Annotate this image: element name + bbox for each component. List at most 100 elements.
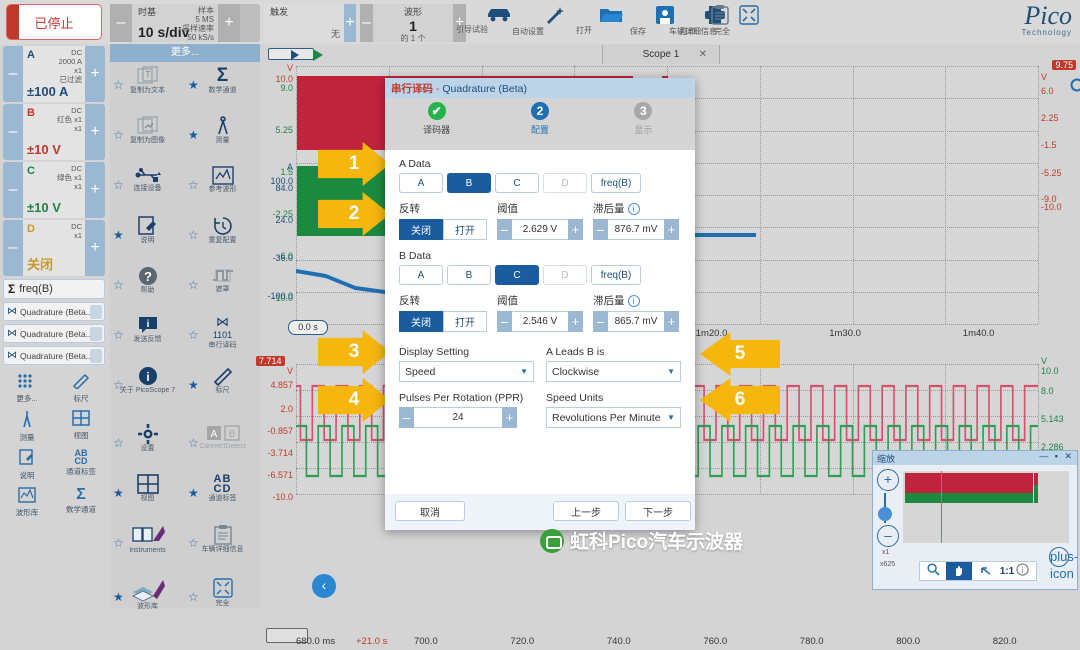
channel-A-decrease-button[interactable]: – (3, 46, 23, 102)
b-data-button-A[interactable]: A (399, 265, 443, 285)
b-data-threshold-increase[interactable]: + (568, 311, 583, 332)
waveform-control[interactable]: – 波形 1 的 1 个 + (360, 4, 466, 42)
favorite-star-icon[interactable]: ☆ (113, 128, 124, 142)
waveform-decrease-button[interactable]: – (360, 4, 373, 42)
timebase-increase-button[interactable]: + (218, 4, 240, 42)
favorite-star-icon[interactable]: ☆ (188, 328, 199, 342)
channel-row-C[interactable]: – C DC绿色 x1x1 ±10 V + (3, 162, 105, 218)
favorite-star-icon[interactable]: ☆ (188, 436, 199, 450)
b-data-invert-on[interactable]: 打开 (443, 311, 487, 332)
b-data-invert-toggle[interactable]: 关闭 打开 (399, 311, 487, 332)
favorite-star-icon[interactable]: ☆ (113, 178, 124, 192)
zoom-out-button[interactable]: – (877, 525, 899, 547)
minimize-icon[interactable]: — (1039, 451, 1050, 461)
dialog-step-decoder[interactable]: ✔ 译码器 (385, 98, 488, 150)
a-data-freq-button[interactable]: freq(B) (591, 173, 641, 193)
channel-row-D[interactable]: – D DCx1 关闭 + (3, 220, 105, 276)
toolbar-fullscreen[interactable]: 完全 (722, 2, 776, 26)
favorite-star-icon[interactable]: ☆ (113, 378, 124, 392)
favorite-star-icon[interactable]: ★ (188, 486, 199, 500)
a-data-threshold-stepper[interactable]: – 2.629 V + (497, 219, 583, 240)
channel-B-increase-button[interactable]: + (85, 104, 105, 160)
b-data-freq-button[interactable]: freq(B) (591, 265, 641, 285)
channel-row-A[interactable]: – A DC2000 A x1已过滤 ±100 A + (3, 46, 105, 102)
close-icon[interactable]: ✕ (699, 45, 707, 64)
tool-channel-labels[interactable]: ★ ABCD 通道标签 (185, 470, 260, 520)
upper-right-marker[interactable]: 9.75 (1052, 60, 1076, 70)
a-data-invert-on[interactable]: 打开 (443, 219, 487, 240)
a-data-threshold-decrease[interactable]: – (497, 219, 512, 240)
timebase-control[interactable]: – 时基 10 s/div 样本 5 MS 采样速率 50 kS/s + (110, 4, 260, 42)
a-data-button-C[interactable]: C (495, 173, 539, 193)
back-button[interactable]: 上一步 (553, 501, 619, 521)
zoom-slider-handle[interactable] (878, 507, 892, 521)
favorite-star-icon[interactable]: ★ (113, 486, 124, 500)
scroll-left-button[interactable]: ‹ (312, 574, 336, 598)
favorite-star-icon[interactable]: ☆ (188, 536, 199, 550)
channel-B-decrease-button[interactable]: – (3, 104, 23, 160)
b-data-hysteresis-value[interactable]: 865.7 mV (608, 311, 664, 332)
favorite-star-icon[interactable]: ★ (188, 128, 199, 142)
math-channel-row[interactable]: Σ freq(B) (3, 279, 105, 299)
favorite-star-icon[interactable]: ☆ (188, 228, 199, 242)
a-leads-b-select[interactable]: Clockwise ▼ (546, 361, 681, 382)
zoom-undo-tool[interactable] (972, 564, 998, 579)
timebase-decrease-button[interactable]: – (110, 4, 132, 42)
zoom-in-button[interactable]: + (877, 469, 899, 491)
a-data-threshold-value[interactable]: 2.629 V (512, 219, 568, 240)
tool-copy-as-image[interactable]: ☆ 复制为图像 (110, 112, 185, 162)
tool-connectdetect[interactable]: ☆ AB ConnectDetect (185, 420, 260, 470)
tool-instruments[interactable]: ☆ Instruments (110, 520, 185, 574)
dialog-step-config[interactable]: 2 配置 (488, 98, 591, 150)
tool-rulers[interactable]: ★ 标尺 (185, 362, 260, 420)
b-data-button-C[interactable]: C (495, 265, 539, 285)
favorite-star-icon[interactable]: ☆ (113, 536, 124, 550)
b-data-threshold-value[interactable]: 2.546 V (512, 311, 568, 332)
favorite-star-icon[interactable]: ☆ (188, 178, 199, 192)
trigger-marker[interactable] (268, 48, 314, 60)
left-tool-views[interactable]: 视图 (54, 406, 108, 445)
delete-decoder-2-icon[interactable] (90, 327, 102, 341)
maximize-icon[interactable]: ▪ (1055, 451, 1060, 461)
channel-D-increase-button[interactable]: + (85, 220, 105, 276)
tool-connect-device[interactable]: ☆ 连接设备 (110, 162, 185, 212)
tool-waveform-library[interactable]: ★ 波形库 (110, 574, 185, 624)
zoom-pan-plus-button[interactable]: plus-icon (1049, 547, 1069, 567)
ppr-value[interactable]: 24 (414, 407, 502, 428)
channel-row-B[interactable]: – B DC红色 x1x1 ±10 V + (3, 104, 105, 160)
tools-panel-more-header[interactable]: 更多... (110, 44, 260, 62)
delete-decoder-1-icon[interactable] (90, 305, 102, 319)
favorite-star-icon[interactable]: ☆ (188, 590, 199, 604)
info-icon[interactable]: i (628, 295, 640, 307)
favorite-star-icon[interactable]: ★ (113, 590, 124, 604)
close-icon[interactable]: ✕ (1064, 451, 1074, 461)
favorite-star-icon[interactable]: ☆ (113, 328, 124, 342)
ppr-stepper[interactable]: – 24 + (399, 407, 534, 428)
favorite-star-icon[interactable]: ☆ (188, 278, 199, 292)
a-data-invert-toggle[interactable]: 关闭 打开 (399, 219, 487, 240)
upper-time-start-marker[interactable]: 0.0 s (288, 320, 328, 335)
speed-units-select[interactable]: Revolutions Per Minute ▼ (546, 407, 681, 428)
a-data-hysteresis-increase[interactable]: + (664, 219, 679, 240)
a-data-threshold-increase[interactable]: + (568, 219, 583, 240)
cancel-button[interactable]: 取消 (395, 501, 465, 521)
favorite-star-icon[interactable]: ☆ (113, 278, 124, 292)
zoom-hand-tool[interactable] (946, 562, 972, 580)
tool-fullscreen[interactable]: ☆ 完全 (185, 574, 260, 624)
channel-C-increase-button[interactable]: + (85, 162, 105, 218)
left-tool-channel-labels[interactable]: ABCD 通道标签 (54, 445, 108, 483)
b-data-invert-off[interactable]: 关闭 (399, 311, 443, 332)
delete-decoder-3-icon[interactable] (90, 349, 102, 363)
ppr-increase[interactable]: + (502, 407, 517, 428)
toolbar-save[interactable]: 保存 (638, 2, 692, 26)
tool-about[interactable]: ☆ i 关于 PicoScope 7 (110, 362, 185, 420)
tool-views[interactable]: ★ 视图 (110, 470, 185, 520)
b-data-button-B[interactable]: B (447, 265, 491, 285)
tool-measurements[interactable]: ★ 测量 (185, 112, 260, 162)
favorite-star-icon[interactable]: ★ (188, 378, 199, 392)
b-data-threshold-decrease[interactable]: – (497, 311, 512, 332)
tool-notes[interactable]: ★ 说明 (110, 212, 185, 262)
zoom-one-to-one-button[interactable]: 1:1 (998, 566, 1016, 577)
b-data-hysteresis-decrease[interactable]: – (593, 311, 608, 332)
a-data-button-A[interactable]: A (399, 173, 443, 193)
